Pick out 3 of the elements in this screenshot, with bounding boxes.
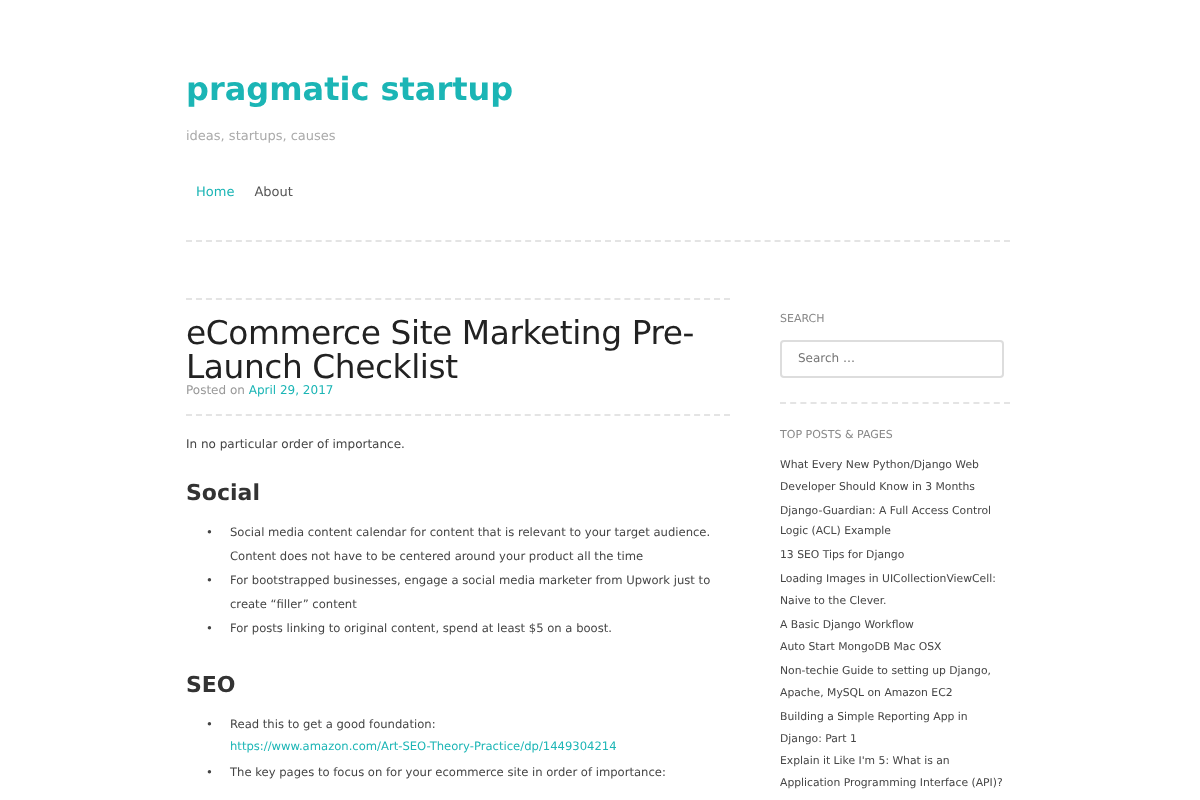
- section-heading: Social: [186, 480, 262, 506]
- section-heading: SEO: [186, 671, 238, 697]
- post-title: eCommerce Site Marketing Pre-Launch Checklist: [186, 316, 697, 384]
